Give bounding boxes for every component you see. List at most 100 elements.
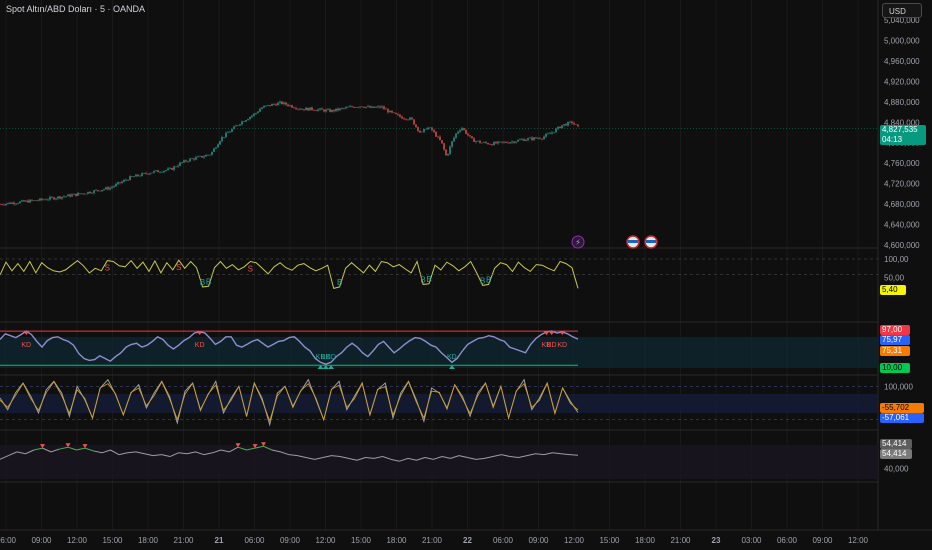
- time-tick-label: 18:00: [138, 536, 159, 545]
- candle-body: [333, 109, 335, 112]
- candle-body: [105, 187, 107, 190]
- candle-body: [137, 174, 139, 176]
- candle-body: [303, 109, 305, 111]
- candle-body: [349, 106, 351, 108]
- candle-body: [283, 102, 285, 104]
- candle-body: [383, 106, 385, 109]
- candle-body: [9, 202, 11, 204]
- candle-body: [201, 155, 203, 158]
- time-tick-label: 09:00: [528, 536, 549, 545]
- candle-body: [229, 131, 231, 133]
- candle-body: [79, 193, 81, 194]
- time-tick-label: 21:00: [670, 536, 691, 545]
- price-tick-label: 4,720,000: [884, 180, 920, 189]
- kd-label-k: 75,97: [880, 335, 910, 345]
- candle-body: [407, 119, 409, 121]
- candle-body: [421, 131, 423, 133]
- candle-body: [519, 139, 521, 141]
- trading-chart[interactable]: 100,0050,00S SB BSB B B B B KD KDKDKDKD KDKDKD KD…: [0, 0, 932, 550]
- cci-label-1: -55,702: [880, 403, 924, 413]
- candle-body: [469, 135, 471, 137]
- rsi-label-1: 54,414: [880, 439, 912, 449]
- time-tick-label: 06:00: [493, 536, 514, 545]
- candle-body: [449, 146, 451, 154]
- candle-body: [345, 107, 347, 109]
- candle-body: [287, 104, 289, 107]
- candle-body: [573, 123, 575, 125]
- candle-body: [249, 116, 251, 120]
- candle-body: [67, 194, 69, 197]
- time-tick-label: 12:00: [848, 536, 869, 545]
- candle-body: [255, 113, 257, 114]
- candle-body: [491, 144, 493, 146]
- candle-body: [129, 176, 131, 181]
- candle-body: [263, 106, 265, 108]
- candle-body: [153, 171, 155, 173]
- candle-body: [497, 141, 499, 144]
- currency-button[interactable]: USD: [882, 3, 922, 18]
- price-tick-label: 4,680,000: [884, 200, 920, 209]
- candle-body: [533, 137, 535, 140]
- candle-body: [213, 148, 215, 152]
- buy-signal-label: B: [486, 275, 491, 284]
- time-tick-label: 09:00: [31, 536, 52, 545]
- candle-body: [437, 136, 439, 138]
- candle-body: [441, 140, 443, 144]
- candle-body: [569, 121, 571, 123]
- sell-signal-label: S: [176, 263, 181, 272]
- candle-body: [499, 141, 501, 143]
- time-tick-label: 15:00: [351, 536, 372, 545]
- candle-body: [205, 155, 207, 157]
- candle-body: [203, 156, 205, 158]
- candle-body: [115, 183, 117, 187]
- candle-body: [91, 192, 93, 194]
- candle-body: [275, 104, 277, 106]
- candle-body: [337, 108, 339, 111]
- candle-body: [355, 107, 357, 108]
- time-tick-label: 15:00: [102, 536, 123, 545]
- candle-body: [517, 139, 519, 142]
- candle-body: [463, 128, 465, 130]
- rsi-label-2: 54,414: [880, 449, 912, 459]
- candle-body: [467, 133, 469, 136]
- kd-sell-label: KD: [547, 342, 557, 349]
- lightning-event-icon[interactable]: ⚡: [571, 235, 585, 249]
- candle-body: [219, 141, 221, 145]
- candle-body: [411, 117, 413, 120]
- time-tick-label: 21:00: [173, 536, 194, 545]
- candle-body: [163, 170, 165, 173]
- us-flag-event-icon[interactable]: [626, 235, 640, 249]
- price-tick-label: 4,960,000: [884, 57, 920, 66]
- candle-body: [291, 105, 293, 108]
- candle-body: [515, 141, 517, 143]
- last-price-label[interactable]: 4,827,535 04:13: [880, 125, 926, 145]
- candle-body: [223, 137, 225, 138]
- candle-body: [457, 131, 459, 134]
- candle-body: [559, 126, 561, 129]
- candle-body: [71, 194, 73, 197]
- candle-body: [373, 106, 375, 108]
- kd-sell-label: KD: [21, 342, 31, 349]
- candle-body: [177, 165, 179, 167]
- candle-body: [363, 107, 365, 108]
- candle-body: [57, 196, 59, 199]
- candle-body: [369, 106, 371, 108]
- candle-body: [365, 106, 367, 108]
- candle-body: [271, 103, 273, 106]
- candle-body: [321, 108, 323, 110]
- candle-body: [171, 168, 173, 170]
- candle-body: [97, 189, 99, 191]
- candle-body: [243, 121, 245, 123]
- candle-body: [145, 173, 147, 174]
- candle-body: [189, 158, 191, 162]
- candle-body: [327, 109, 329, 110]
- candle-body: [81, 193, 83, 195]
- candle-body: [387, 109, 389, 113]
- candle-body: [49, 197, 51, 200]
- stoch-tick-label: 50,00: [884, 274, 905, 283]
- candle-body: [135, 174, 137, 177]
- candle-body: [381, 106, 383, 108]
- candle-body: [77, 193, 79, 196]
- us-flag-event-icon[interactable]: [644, 235, 658, 249]
- candle-body: [85, 193, 87, 195]
